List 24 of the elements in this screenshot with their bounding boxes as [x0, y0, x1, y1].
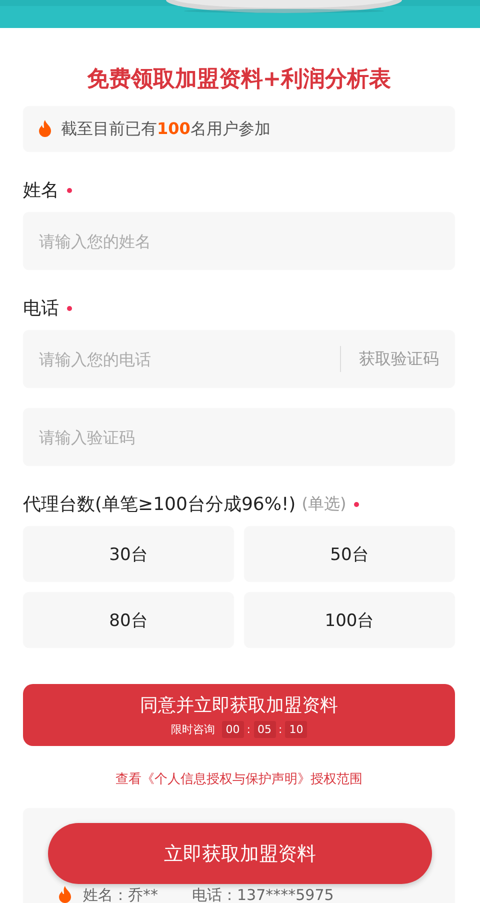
participant-count: 截至目前已有100名用户参加: [61, 118, 270, 140]
countdown-digits: 00: [222, 720, 244, 738]
timer-separator: :: [246, 722, 250, 736]
submit-button[interactable]: 同意并立即获取加盟资料 限时咨询 00 : 05 : 10: [23, 684, 455, 746]
field-label: 代理台数(单笔≥100台分成96%!): [23, 493, 296, 516]
floating-cta-button[interactable]: 立即获取加盟资料: [48, 823, 432, 884]
timer-separator: :: [278, 722, 282, 736]
quantity-option[interactable]: 100台: [244, 592, 455, 648]
quantity-option[interactable]: 30台: [23, 526, 234, 582]
ticker-name: 姓名：乔**: [83, 887, 158, 903]
page-title: 免费领取加盟资料+利润分析表: [86, 66, 392, 94]
field-label: 电话: [23, 297, 59, 320]
field-label: 姓名: [23, 179, 59, 202]
quantity-option[interactable]: 80台: [23, 592, 234, 648]
countdown-digits: 05: [254, 720, 276, 738]
privacy-link[interactable]: 查看《个人信息授权与保护声明》授权范围: [116, 770, 362, 788]
timer-label: 限时咨询: [170, 722, 215, 736]
countdown-digits: 10: [285, 720, 308, 738]
quantity-option[interactable]: 50台: [244, 526, 455, 582]
flame-icon: [57, 886, 73, 903]
field-hint: (单选): [302, 494, 346, 514]
ticker-phone: 电话：137****5975: [192, 887, 334, 903]
flame-icon: [37, 120, 53, 138]
submit-label: 同意并立即获取加盟资料: [140, 694, 338, 716]
